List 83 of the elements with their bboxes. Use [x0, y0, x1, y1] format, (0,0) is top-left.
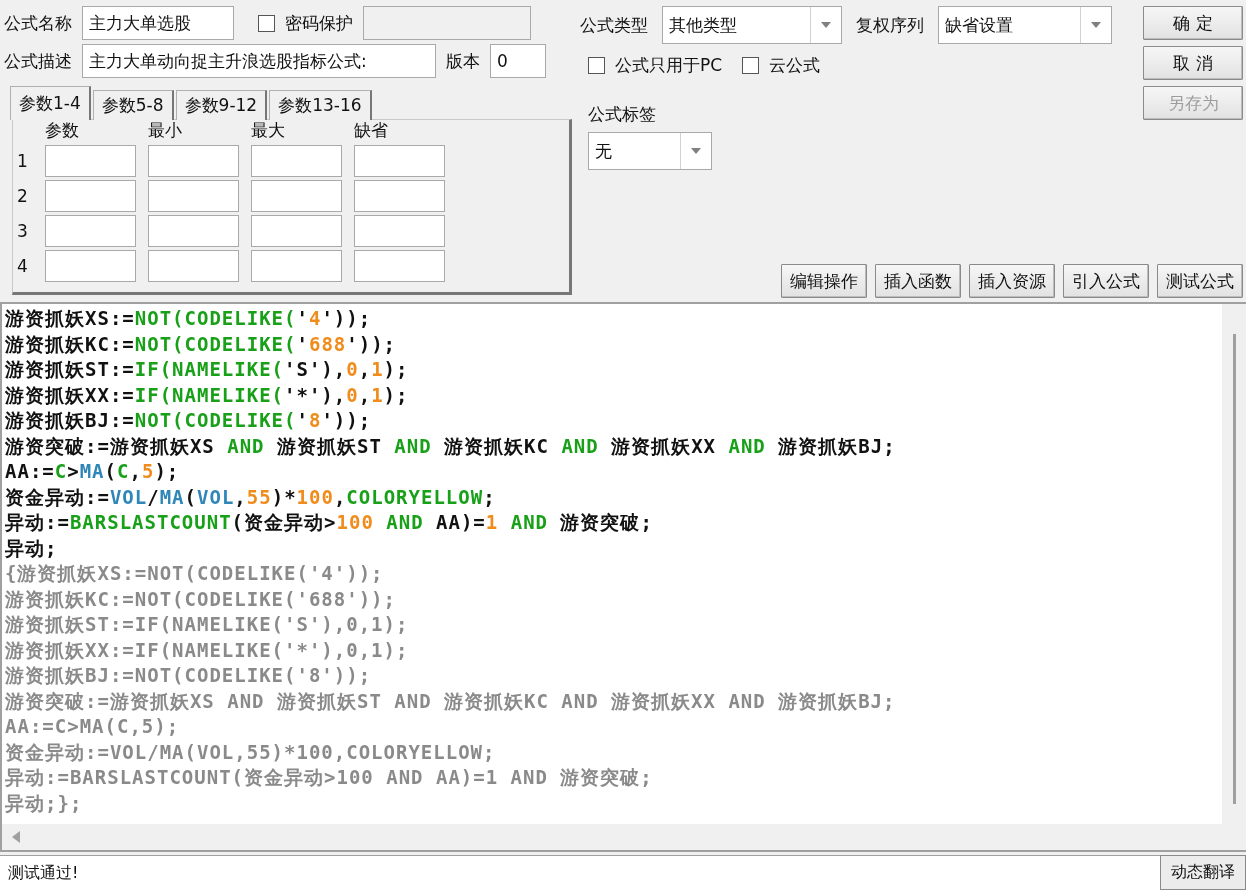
caret-icon	[691, 148, 701, 154]
checkbox-box[interactable]	[588, 57, 605, 74]
column-header: 最小	[148, 120, 183, 142]
row-number: 1	[17, 150, 29, 173]
code-line: 游资突破:=游资抓妖XS AND 游资抓妖ST AND 游资抓妖KC AND 游资抓妖XX AND 游资抓妖BJ;	[5, 433, 896, 459]
code-line: {游资抓妖XS:=NOT(CODELIKE('4'));	[5, 561, 384, 586]
code-line: 游资抓妖KC:=NOT(CODELIKE('688'));	[5, 586, 396, 612]
tag-dropdown[interactable]: 无	[588, 132, 712, 170]
caret-icon	[1091, 22, 1101, 28]
field-label: 复权序列	[856, 13, 924, 37]
code-line: 游资突破:=游资抓妖XS AND 游资抓妖ST AND 游资抓妖KC AND 游资抓妖XX AND 游资抓妖BJ;	[5, 688, 896, 714]
password-field[interactable]	[363, 6, 531, 40]
checkbox-label: 密码保护	[285, 11, 353, 35]
code-line: 资金异动:=VOL/MA(VOL,55)*100,COLORYELLOW;	[5, 739, 496, 765]
param-tab[interactable]: 参数13-16	[269, 90, 372, 120]
param-field[interactable]	[251, 145, 342, 177]
vertical-scrollbar[interactable]	[1222, 304, 1246, 824]
param-field[interactable]	[148, 250, 239, 282]
param-field[interactable]	[354, 145, 445, 177]
code-line: 游资抓妖KC:=NOT(CODELIKE('688'));	[5, 331, 397, 357]
param-tab[interactable]: 参数1-4	[10, 86, 91, 120]
param-field[interactable]	[45, 215, 136, 247]
param-field[interactable]	[148, 215, 239, 247]
code-line: 游资抓妖ST:=IF(NAMELIKE('S'),0,1);	[5, 612, 409, 637]
formula-type-dropdown[interactable]: 其他类型	[662, 6, 842, 44]
param-field[interactable]	[354, 180, 445, 212]
param-field[interactable]	[148, 180, 239, 212]
name-field[interactable]: 主力大单选股	[82, 6, 234, 40]
code-line: 游资抓妖XX:=IF(NAMELIKE('*'),0,1);	[5, 637, 409, 663]
param-field[interactable]	[148, 145, 239, 177]
horizontal-scrollbar[interactable]	[0, 824, 1246, 852]
field-label: 公式标签	[588, 103, 657, 126]
param-field[interactable]	[45, 180, 136, 212]
field-label: 公式名称	[4, 11, 72, 35]
param-field[interactable]	[45, 250, 136, 282]
translate-button[interactable]: 动态翻译	[1160, 855, 1246, 890]
checkbox-box[interactable]	[742, 57, 760, 74]
param-field[interactable]	[354, 250, 445, 282]
param-field[interactable]	[251, 215, 342, 247]
checkbox-label: 公式只用于PC	[615, 54, 723, 77]
code-line: 游资抓妖XX:=IF(NAMELIKE('*'),0,1);	[5, 382, 409, 408]
dialog-button[interactable]: 取 消	[1143, 46, 1243, 80]
scroll-left-icon[interactable]	[12, 831, 20, 843]
status-message: 测试通过!	[0, 855, 1160, 890]
description-field[interactable]: 主力大单动向捉主升浪选股指标公式:	[82, 44, 436, 78]
tool-button[interactable]: 插入资源	[969, 264, 1055, 298]
tool-button[interactable]: 插入函数	[875, 264, 961, 298]
code-line: 游资抓妖BJ:=NOT(CODELIKE('8'));	[5, 663, 372, 688]
column-header: 参数	[45, 120, 80, 142]
checkbox-box[interactable]	[258, 14, 275, 32]
param-field[interactable]	[251, 180, 342, 212]
code-line: 异动;	[5, 535, 58, 561]
param-tab[interactable]: 参数5-8	[92, 90, 174, 120]
param-field[interactable]	[354, 215, 445, 247]
checkbox-label: 云公式	[769, 54, 821, 77]
caret-icon	[821, 22, 831, 28]
code-line: 资金异动:=VOL/MA(VOL,55)*100,COLORYELLOW;	[5, 484, 496, 510]
code-line: 游资抓妖ST:=IF(NAMELIKE('S'),0,1);	[5, 357, 409, 382]
column-header: 缺省	[354, 120, 389, 142]
code-line: 异动:=BARSLASTCOUNT(资金异动>100 AND AA)=1 AND 游资突破;	[5, 765, 653, 790]
field-label: 公式类型	[580, 13, 648, 37]
tool-button[interactable]: 引入公式	[1063, 264, 1149, 298]
tool-button[interactable]: 编辑操作	[781, 264, 867, 298]
tool-button[interactable]: 测试公式	[1157, 264, 1243, 298]
row-number: 3	[17, 220, 29, 243]
version-field[interactable]: 0	[490, 44, 546, 78]
dialog-button[interactable]: 确 定	[1143, 6, 1243, 40]
param-field[interactable]	[251, 250, 342, 282]
param-tab[interactable]: 参数9-12	[175, 90, 268, 120]
column-header: 最大	[251, 120, 286, 142]
row-number: 2	[17, 185, 29, 208]
code-line: 异动;};	[5, 790, 83, 816]
code-line: 游资抓妖XS:=NOT(CODELIKE('4'));	[5, 306, 372, 331]
row-number: 4	[17, 255, 29, 278]
field-label: 版本	[446, 49, 480, 73]
param-field[interactable]	[45, 145, 136, 177]
code-line: AA:=C>MA(C,5);	[5, 714, 180, 739]
password-checkbox[interactable]: 密码保护	[258, 11, 353, 35]
rights-series-dropdown[interactable]: 缺省设置	[938, 6, 1112, 44]
field-label: 公式描述	[4, 49, 72, 73]
code-line: 异动:=BARSLASTCOUNT(资金异动>100 AND AA)=1 AND 游资突破;	[5, 510, 653, 535]
code-line: AA:=C>MA(C,5);	[5, 459, 180, 484]
code-line: 游资抓妖BJ:=NOT(CODELIKE('8'));	[5, 408, 372, 433]
